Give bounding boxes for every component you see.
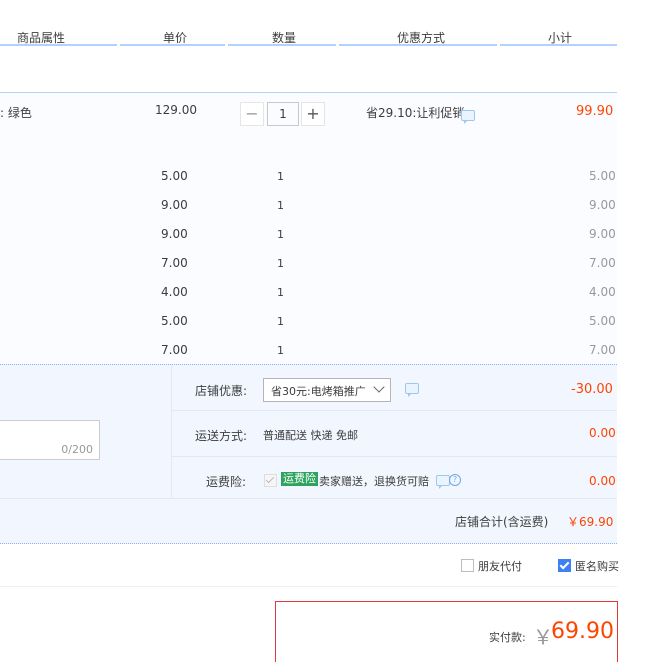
message-icon[interactable] [436, 475, 450, 489]
item-qty: 1 [277, 199, 284, 212]
message-icon[interactable] [461, 110, 475, 124]
item-qty: 1 [277, 286, 284, 299]
buyer-message-field[interactable]: 0/200 [0, 420, 100, 460]
quantity-input[interactable]: 1 [267, 102, 299, 126]
insurance-text: 卖家赠送，退换货可赔 [319, 475, 429, 488]
message-counter: 0/200 [61, 443, 93, 456]
friend-pay-label[interactable]: 朋友代付 [478, 558, 522, 574]
item-subtotal: 5.00 [589, 314, 616, 328]
shipping-amount: 0.00 [589, 426, 616, 440]
item-qty: 1 [277, 315, 284, 328]
item-subtotal: 4.00 [589, 285, 616, 299]
divider [171, 456, 617, 457]
item-attr: : 绿色 [0, 106, 32, 120]
message-icon[interactable] [405, 383, 419, 397]
insurance-amount: 0.00 [589, 474, 616, 488]
store-discount-value: 省30元:电烤箱推广 [271, 385, 366, 398]
divider [0, 586, 617, 587]
help-icon[interactable]: ? [449, 474, 461, 486]
shipping-method: 普通配送 快递 免邮 [263, 429, 358, 442]
item-price: 129.00 [155, 103, 197, 117]
store-discount-amount: -30.00 [571, 382, 613, 397]
chevron-down-icon [373, 381, 385, 393]
item-qty: 1 [277, 228, 284, 241]
order-table-header: 商品属性 单价 数量 优惠方式 小计 [0, 0, 617, 46]
header-underline [120, 44, 225, 46]
item-price: 9.00 [161, 227, 188, 241]
insurance-checkbox[interactable] [264, 474, 277, 487]
insurance-badge: 运费险 [281, 472, 318, 486]
insurance-label: 运费险: [206, 475, 247, 489]
item-subtotal: 7.00 [589, 256, 616, 270]
store-discount-select[interactable]: 省30元:电烤箱推广 [263, 378, 391, 402]
item-price: 4.00 [161, 285, 188, 299]
currency-symbol: ￥ [533, 625, 553, 649]
promo-text: 省29.10:让利促销 [366, 106, 465, 120]
divider [0, 498, 617, 499]
store-total-label: 店铺合计(含运费) [455, 515, 549, 529]
shipping-label: 运送方式: [195, 429, 248, 443]
item-qty: 1 [277, 170, 284, 183]
item-price: 7.00 [161, 343, 188, 357]
item-subtotal: 5.00 [589, 169, 616, 183]
divider [171, 365, 172, 498]
payment-label: 实付款: [489, 631, 526, 644]
item-price: 5.00 [161, 169, 188, 183]
anonymous-checkbox[interactable] [558, 559, 571, 572]
anonymous-label[interactable]: 匿名购买 [575, 558, 619, 574]
item-price: 5.00 [161, 314, 188, 328]
increase-button[interactable]: + [301, 102, 325, 126]
store-total-value: ￥69.90 [567, 515, 614, 529]
header-underline [0, 44, 117, 46]
item-subtotal: 9.00 [589, 227, 616, 241]
friend-pay-checkbox[interactable] [461, 559, 474, 572]
item-price: 9.00 [161, 198, 188, 212]
header-underline [500, 44, 617, 46]
item-subtotal: 9.00 [589, 198, 616, 212]
item-qty: 1 [277, 257, 284, 270]
items-section [0, 92, 617, 364]
divider [171, 410, 617, 411]
decrease-button[interactable]: − [240, 102, 264, 126]
item-price: 7.00 [161, 256, 188, 270]
item-subtotal: 7.00 [589, 343, 616, 357]
store-discount-label: 店铺优惠: [195, 384, 248, 398]
header-underline [339, 44, 497, 46]
header-underline [228, 44, 336, 46]
payment-amount: 69.90 [551, 619, 614, 644]
item-subtotal: 99.90 [576, 104, 614, 119]
item-qty: 1 [277, 344, 284, 357]
